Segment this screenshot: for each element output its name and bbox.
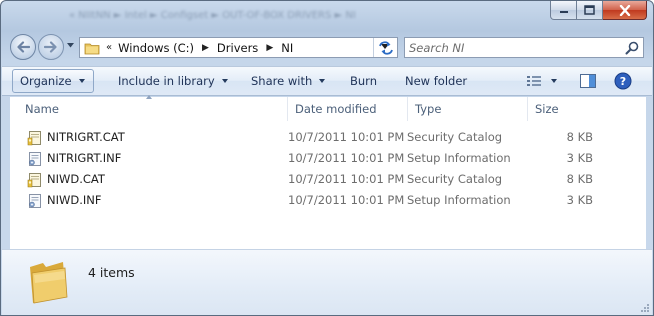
details-view-icon (527, 76, 541, 86)
window-title: « NIItNN ► Intel ► Configset ► OUT-OF-BO… (69, 10, 356, 21)
preview-pane-button[interactable] (580, 67, 596, 95)
minimize-button[interactable] (550, 1, 577, 20)
new-folder-button[interactable]: New folder (405, 67, 467, 95)
refresh-icon (378, 40, 393, 55)
table-row[interactable]: NITRIGRT.CAT 10/7/2011 10:01 PM Security… (18, 127, 638, 148)
file-size: 3 KB (566, 151, 593, 165)
file-name: NITRIGRT.CAT (47, 130, 125, 144)
refresh-button[interactable] (373, 38, 397, 57)
security-catalog-icon (27, 131, 41, 146)
security-catalog-icon (27, 173, 41, 188)
close-button[interactable] (603, 1, 647, 20)
chevron-down-icon (78, 79, 85, 83)
organize-label: Organize (20, 74, 72, 88)
forward-arrow-icon (44, 41, 57, 53)
new-folder-label: New folder (405, 74, 468, 88)
include-in-library-label: Include in library (118, 74, 215, 88)
column-header-size[interactable]: Size (528, 97, 588, 121)
file-list: Name Date modified Type Size NITRIGRT.CA… (10, 95, 646, 249)
breadcrumb-item-drive[interactable]: Windows (C:) (118, 41, 194, 55)
file-name: NIWD.INF (47, 193, 102, 207)
minimize-icon (559, 11, 568, 13)
file-type: Setup Information (407, 151, 511, 165)
help-icon: ? (614, 72, 632, 90)
help-button[interactable]: ? (614, 67, 632, 95)
breadcrumb-overflow-chevron[interactable]: « (106, 42, 112, 53)
organize-button[interactable]: Organize (12, 69, 94, 93)
address-bar[interactable]: « Windows (C:) ▶ Drivers ▶ NI (79, 37, 398, 58)
folder-icon (30, 262, 68, 304)
file-date-modified: 10/7/2011 10:01 PM (288, 172, 405, 186)
setup-information-icon (29, 152, 41, 166)
folder-icon (84, 43, 100, 54)
details-pane: 4 items (2, 249, 652, 315)
command-bar: Organize Include in library Share with B… (2, 66, 652, 96)
file-type: Security Catalog (407, 172, 503, 186)
caption-buttons (550, 1, 647, 21)
change-view-button[interactable] (526, 67, 557, 95)
recent-pages-chevron-down-icon[interactable] (67, 43, 74, 48)
svg-text:?: ? (620, 75, 626, 88)
include-in-library-button[interactable]: Include in library (118, 67, 228, 95)
file-name: NIWD.CAT (47, 172, 105, 186)
search-box[interactable] (404, 37, 644, 58)
file-size: 8 KB (566, 130, 593, 144)
burn-button[interactable]: Burn (350, 67, 377, 95)
burn-label: Burn (350, 74, 377, 88)
chevron-down-icon (221, 79, 228, 83)
share-with-label: Share with (251, 74, 313, 88)
back-arrow-icon (17, 41, 30, 53)
file-date-modified: 10/7/2011 10:01 PM (288, 193, 405, 207)
maximize-icon (584, 5, 595, 15)
file-date-modified: 10/7/2011 10:01 PM (288, 130, 405, 144)
maximize-button[interactable] (577, 1, 603, 20)
breadcrumb: « Windows (C:) ▶ Drivers ▶ NI (104, 41, 293, 55)
column-header-type[interactable]: Type (408, 97, 528, 121)
table-row[interactable]: NIWD.INF 10/7/2011 10:01 PM Setup Inform… (18, 190, 638, 211)
breadcrumb-item-drivers[interactable]: Drivers (217, 41, 258, 55)
back-button[interactable] (10, 34, 36, 60)
explorer-window: « NIItNN ► Intel ► Configset ► OUT-OF-BO… (0, 0, 654, 316)
preview-pane-icon (580, 74, 596, 88)
file-type: Security Catalog (407, 130, 503, 144)
chevron-down-icon (319, 79, 326, 83)
search-icon[interactable] (625, 41, 639, 55)
breadcrumb-item-ni[interactable]: NI (281, 41, 293, 55)
setup-information-icon (29, 194, 41, 208)
file-type: Setup Information (407, 193, 511, 207)
resize-grip-icon[interactable] (638, 301, 650, 313)
chevron-down-icon[interactable] (551, 79, 557, 83)
forward-button[interactable] (38, 34, 64, 60)
sort-ascending-icon (146, 95, 152, 99)
column-header-date-modified[interactable]: Date modified (288, 97, 408, 121)
column-header-name[interactable]: Name (18, 97, 288, 121)
table-row[interactable]: NITRIGRT.INF 10/7/2011 10:01 PM Setup In… (18, 148, 638, 169)
table-row[interactable]: NIWD.CAT 10/7/2011 10:01 PM Security Cat… (18, 169, 638, 190)
title-bar[interactable]: « NIItNN ► Intel ► Configset ► OUT-OF-BO… (1, 1, 653, 29)
file-size: 3 KB (566, 193, 593, 207)
breadcrumb-separator-icon[interactable]: ▶ (266, 43, 273, 53)
share-with-button[interactable]: Share with (251, 67, 326, 95)
file-date-modified: 10/7/2011 10:01 PM (288, 151, 405, 165)
column-header-row: Name Date modified Type Size (10, 95, 646, 121)
search-input[interactable] (409, 40, 609, 55)
breadcrumb-separator-icon[interactable]: ▶ (202, 43, 209, 53)
close-icon (619, 4, 630, 16)
file-size: 8 KB (566, 172, 593, 186)
file-name: NITRIGRT.INF (47, 151, 122, 165)
item-count: 4 items (88, 265, 135, 280)
